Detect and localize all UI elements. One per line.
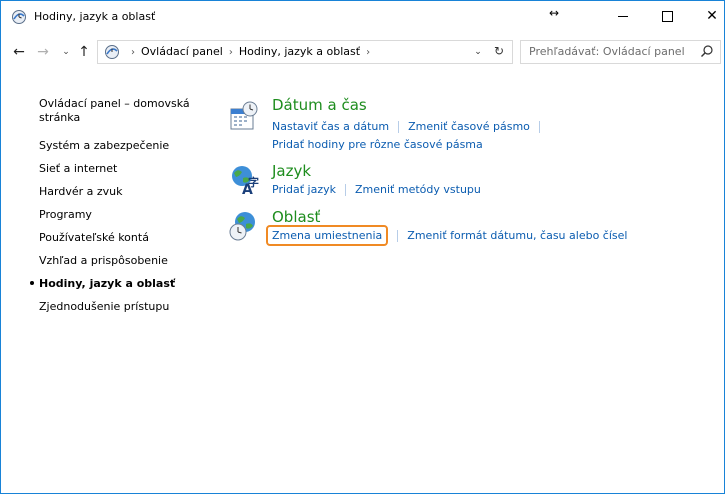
language-links: Pridať jazyk Zmeniť metódy vstupu bbox=[272, 183, 481, 196]
category-title-language[interactable]: Jazyk bbox=[272, 162, 311, 180]
minimize-icon bbox=[618, 15, 628, 17]
link-divider bbox=[538, 121, 540, 133]
link-divider bbox=[397, 230, 399, 242]
close-icon: ✕ bbox=[706, 8, 718, 24]
chevron-down-icon: ⌄ bbox=[62, 47, 70, 57]
address-bar[interactable]: › Ovládací panel › Hodiny, jazyk a oblasť › … bbox=[97, 40, 513, 64]
title-bar[interactable]: Hodiny, jazyk a oblasť ↔ ✕ bbox=[1, 1, 724, 31]
link-add-clocks[interactable]: Pridať hodiny pre rôzne časové pásma bbox=[272, 138, 483, 151]
breadcrumb-clock-language-region[interactable]: Hodiny, jazyk a oblasť bbox=[239, 45, 360, 58]
arrow-left-icon: ← bbox=[13, 44, 25, 60]
refresh-icon: ↻ bbox=[493, 44, 505, 58]
breadcrumb-separator-icon[interactable]: › bbox=[366, 47, 370, 58]
control-panel-clock-icon bbox=[12, 10, 26, 24]
breadcrumb-separator-icon[interactable]: › bbox=[131, 47, 135, 58]
breadcrumb-separator-icon[interactable]: › bbox=[229, 47, 233, 58]
refresh-button[interactable]: ↻ bbox=[491, 43, 507, 59]
date-time-links-row2: Pridať hodiny pre rôzne časové pásma bbox=[272, 138, 483, 151]
resize-cursor-icon: ↔ bbox=[549, 6, 560, 20]
forward-button[interactable]: → bbox=[34, 43, 52, 61]
sidebar-item-label: Ovládací panel – domovská bbox=[39, 97, 190, 110]
sidebar-item-network-internet[interactable]: Sieť a internet bbox=[39, 162, 117, 176]
category-title-region[interactable]: Oblasť bbox=[272, 208, 320, 226]
active-bullet-icon bbox=[30, 281, 34, 285]
category-title-date-time[interactable]: Dátum a čas bbox=[272, 96, 367, 114]
date-time-links: Nastaviť čas a dátum Zmeniť časové pásmo bbox=[272, 120, 549, 133]
control-panel-clock-icon bbox=[105, 45, 119, 59]
link-change-input-methods[interactable]: Zmeniť metódy vstupu bbox=[355, 183, 481, 196]
sidebar-item-clock-language-region[interactable]: Hodiny, jazyk a oblasť bbox=[39, 277, 175, 291]
search-icon[interactable] bbox=[700, 44, 714, 58]
breadcrumb-control-panel[interactable]: Ovládací panel bbox=[141, 45, 223, 58]
link-add-language[interactable]: Pridať jazyk bbox=[272, 183, 336, 196]
sidebar-item-appearance[interactable]: Vzhľad a prispôsobenie bbox=[39, 254, 168, 268]
sidebar-item-label: stránka bbox=[39, 111, 81, 124]
minimize-button[interactable] bbox=[600, 1, 646, 31]
arrow-up-icon: ↑ bbox=[78, 44, 90, 60]
up-button[interactable]: ↑ bbox=[75, 43, 93, 61]
control-panel-window: Hodiny, jazyk a oblasť ↔ ✕ ← → ⌄ ↑ › Ovlá… bbox=[0, 0, 725, 494]
svg-text:字: 字 bbox=[248, 175, 259, 189]
calendar-clock-icon[interactable] bbox=[228, 100, 260, 132]
link-divider bbox=[398, 121, 400, 133]
sidebar-item-user-accounts[interactable]: Používateľské kontá bbox=[39, 231, 149, 245]
sidebar-item-ease-of-access[interactable]: Zjednodušenie prístupu bbox=[39, 300, 169, 314]
sidebar-item-system-security[interactable]: Systém a zabezpečenie bbox=[39, 139, 169, 153]
close-button[interactable]: ✕ bbox=[689, 1, 724, 31]
sidebar-item-programs[interactable]: Programy bbox=[39, 208, 92, 222]
address-dropdown-button[interactable]: ⌄ bbox=[470, 44, 486, 60]
sidebar-item-home[interactable]: Ovládací panel – domovská stránka bbox=[39, 97, 190, 125]
arrow-right-icon: → bbox=[37, 44, 49, 60]
breadcrumb: › Ovládací panel › Hodiny, jazyk a oblasť › bbox=[125, 45, 376, 58]
chevron-down-icon: ⌄ bbox=[474, 47, 482, 57]
link-change-location[interactable]: Zmena umiestnenia bbox=[266, 225, 389, 246]
maximize-button[interactable] bbox=[644, 1, 690, 31]
search-input[interactable] bbox=[521, 41, 699, 61]
window-title: Hodiny, jazyk a oblasť bbox=[34, 10, 156, 23]
region-globe-clock-icon[interactable] bbox=[228, 210, 260, 242]
navigation-bar: ← → ⌄ ↑ › Ovládací panel › Hodiny, jazyk a … bbox=[1, 39, 724, 65]
link-set-time-date[interactable]: Nastaviť čas a dátum bbox=[272, 120, 389, 133]
search-box[interactable] bbox=[520, 40, 721, 64]
recent-locations-button[interactable]: ⌄ bbox=[57, 43, 75, 61]
link-change-time-zone[interactable]: Zmeniť časové pásmo bbox=[408, 120, 530, 133]
back-button[interactable]: ← bbox=[10, 43, 28, 61]
language-globe-icon[interactable]: A 字 bbox=[228, 164, 260, 196]
link-change-date-time-number-formats[interactable]: Zmeniť formát dátumu, času alebo čísel bbox=[407, 229, 627, 242]
sidebar-item-hardware-sound[interactable]: Hardvér a zvuk bbox=[39, 185, 122, 199]
link-divider bbox=[345, 184, 347, 196]
region-links: Zmena umiestnenia Zmeniť formát dátumu, č… bbox=[266, 225, 627, 246]
maximize-icon bbox=[661, 10, 673, 22]
